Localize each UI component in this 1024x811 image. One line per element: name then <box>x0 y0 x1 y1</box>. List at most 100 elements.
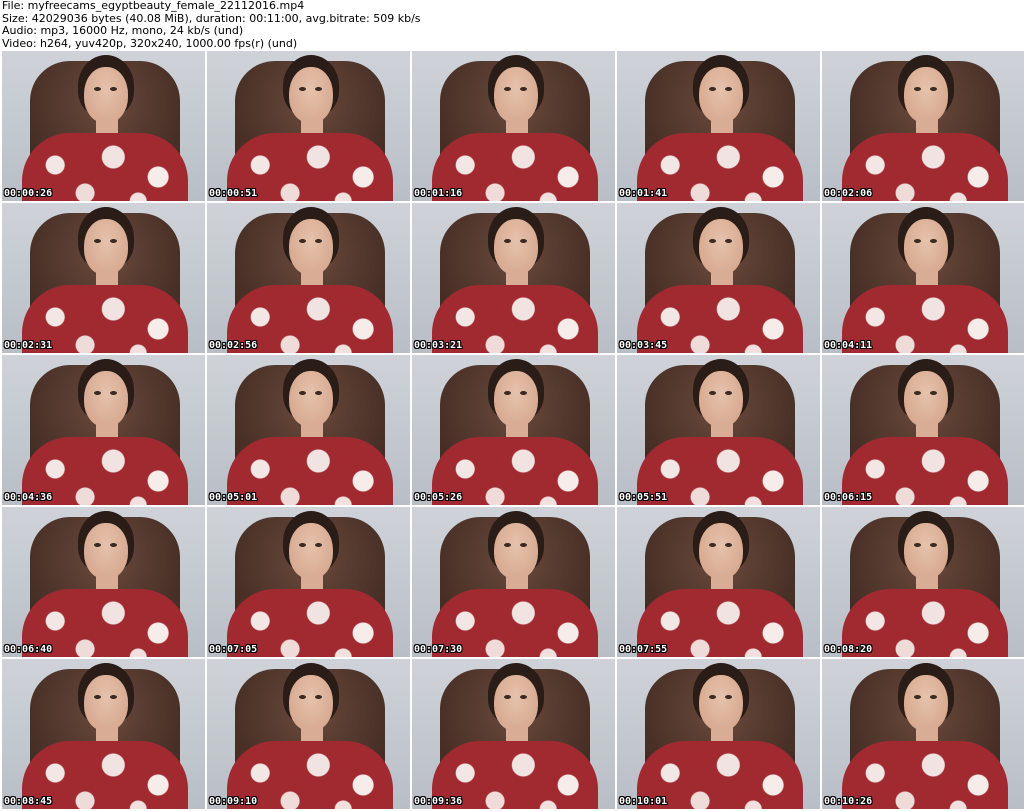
file-name-line: File: myfreecams_egyptbeauty_female_2211… <box>2 0 305 12</box>
frame-right-eye <box>520 695 527 699</box>
video-frame-thumbnail: 00:07:30 <box>412 507 615 657</box>
video-frame-thumbnail: 00:02:56 <box>207 203 410 353</box>
frame-timestamp: 00:00:51 <box>209 188 258 199</box>
frame-left-eye <box>94 391 101 395</box>
frame-left-eye <box>914 391 921 395</box>
frame-right-eye <box>110 695 117 699</box>
frame-timestamp: 00:02:31 <box>4 340 53 351</box>
frame-left-eye <box>94 695 101 699</box>
video-frame-thumbnail: 00:08:20 <box>822 507 1024 657</box>
video-frame-thumbnail: 00:09:10 <box>207 659 410 809</box>
frame-face <box>904 219 948 275</box>
frame-timestamp: 00:07:05 <box>209 644 258 655</box>
frame-right-eye <box>930 391 937 395</box>
video-frame-thumbnail: 00:01:16 <box>412 51 615 201</box>
frame-right-eye <box>725 391 732 395</box>
frame-face <box>904 67 948 123</box>
frame-left-eye <box>94 239 101 243</box>
frame-timestamp: 00:02:56 <box>209 340 258 351</box>
frame-face <box>494 67 538 123</box>
frame-left-eye <box>504 543 511 547</box>
frame-left-eye <box>299 695 306 699</box>
frame-timestamp: 00:03:45 <box>619 340 668 351</box>
frame-right-eye <box>930 695 937 699</box>
video-frame-thumbnail: 00:06:15 <box>822 355 1024 505</box>
video-frame-thumbnail: 00:02:06 <box>822 51 1024 201</box>
frame-face <box>84 675 128 731</box>
frame-left-eye <box>709 695 716 699</box>
frame-left-eye <box>914 239 921 243</box>
frame-timestamp: 00:06:15 <box>824 492 873 503</box>
video-frame-thumbnail: 00:05:51 <box>617 355 820 505</box>
frame-face <box>494 675 538 731</box>
frame-timestamp: 00:10:26 <box>824 796 873 807</box>
frame-timestamp: 00:05:26 <box>414 492 463 503</box>
frame-face <box>289 371 333 427</box>
frame-timestamp: 00:01:41 <box>619 188 668 199</box>
frame-face <box>699 219 743 275</box>
video-frame-thumbnail: 00:07:05 <box>207 507 410 657</box>
frame-left-eye <box>914 543 921 547</box>
frame-timestamp: 00:02:06 <box>824 188 873 199</box>
frame-left-eye <box>299 543 306 547</box>
frame-timestamp: 00:06:40 <box>4 644 53 655</box>
frame-right-eye <box>725 543 732 547</box>
frame-face <box>84 371 128 427</box>
frame-left-eye <box>709 239 716 243</box>
frame-timestamp: 00:03:21 <box>414 340 463 351</box>
frame-right-eye <box>520 391 527 395</box>
video-frame-thumbnail: 00:05:01 <box>207 355 410 505</box>
video-frame-thumbnail: 00:04:11 <box>822 203 1024 353</box>
frame-left-eye <box>299 391 306 395</box>
frame-right-eye <box>930 87 937 91</box>
frame-face <box>904 675 948 731</box>
frame-face <box>289 219 333 275</box>
frame-left-eye <box>504 239 511 243</box>
frame-right-eye <box>930 543 937 547</box>
frame-right-eye <box>315 239 322 243</box>
frame-right-eye <box>520 239 527 243</box>
video-frame-thumbnail: 00:09:36 <box>412 659 615 809</box>
frame-right-eye <box>520 87 527 91</box>
frame-face <box>699 371 743 427</box>
frame-left-eye <box>914 87 921 91</box>
frame-left-eye <box>709 87 716 91</box>
frame-left-eye <box>504 695 511 699</box>
frame-face <box>494 523 538 579</box>
video-frame-thumbnail: 00:10:26 <box>822 659 1024 809</box>
frame-face <box>699 675 743 731</box>
frame-timestamp: 00:08:45 <box>4 796 53 807</box>
frame-face <box>289 523 333 579</box>
frame-face <box>84 523 128 579</box>
frame-right-eye <box>315 87 322 91</box>
frame-face <box>699 523 743 579</box>
frame-timestamp: 00:01:16 <box>414 188 463 199</box>
video-info-line: Video: h264, yuv420p, 320x240, 1000.00 f… <box>2 36 298 50</box>
frame-timestamp: 00:09:36 <box>414 796 463 807</box>
frame-timestamp: 00:07:30 <box>414 644 463 655</box>
audio-info-line: Audio: mp3, 16000 Hz, mono, 24 kb/s (und… <box>2 24 244 37</box>
frame-left-eye <box>94 543 101 547</box>
frame-right-eye <box>110 391 117 395</box>
frame-left-eye <box>299 239 306 243</box>
video-frame-thumbnail: 00:10:01 <box>617 659 820 809</box>
video-frame-thumbnail: 00:02:31 <box>2 203 205 353</box>
frame-face <box>84 219 128 275</box>
frame-left-eye <box>914 695 921 699</box>
frame-timestamp: 00:07:55 <box>619 644 668 655</box>
frame-right-eye <box>520 543 527 547</box>
frame-face <box>289 675 333 731</box>
frame-right-eye <box>725 695 732 699</box>
frame-left-eye <box>504 87 511 91</box>
frame-right-eye <box>930 239 937 243</box>
frame-face <box>699 67 743 123</box>
frame-left-eye <box>504 391 511 395</box>
video-frame-thumbnail: 00:00:51 <box>207 51 410 201</box>
frame-right-eye <box>315 543 322 547</box>
frame-right-eye <box>110 543 117 547</box>
frame-timestamp: 00:05:51 <box>619 492 668 503</box>
frame-timestamp: 00:10:01 <box>619 796 668 807</box>
frame-face <box>904 371 948 427</box>
frame-left-eye <box>94 87 101 91</box>
frame-right-eye <box>315 391 322 395</box>
